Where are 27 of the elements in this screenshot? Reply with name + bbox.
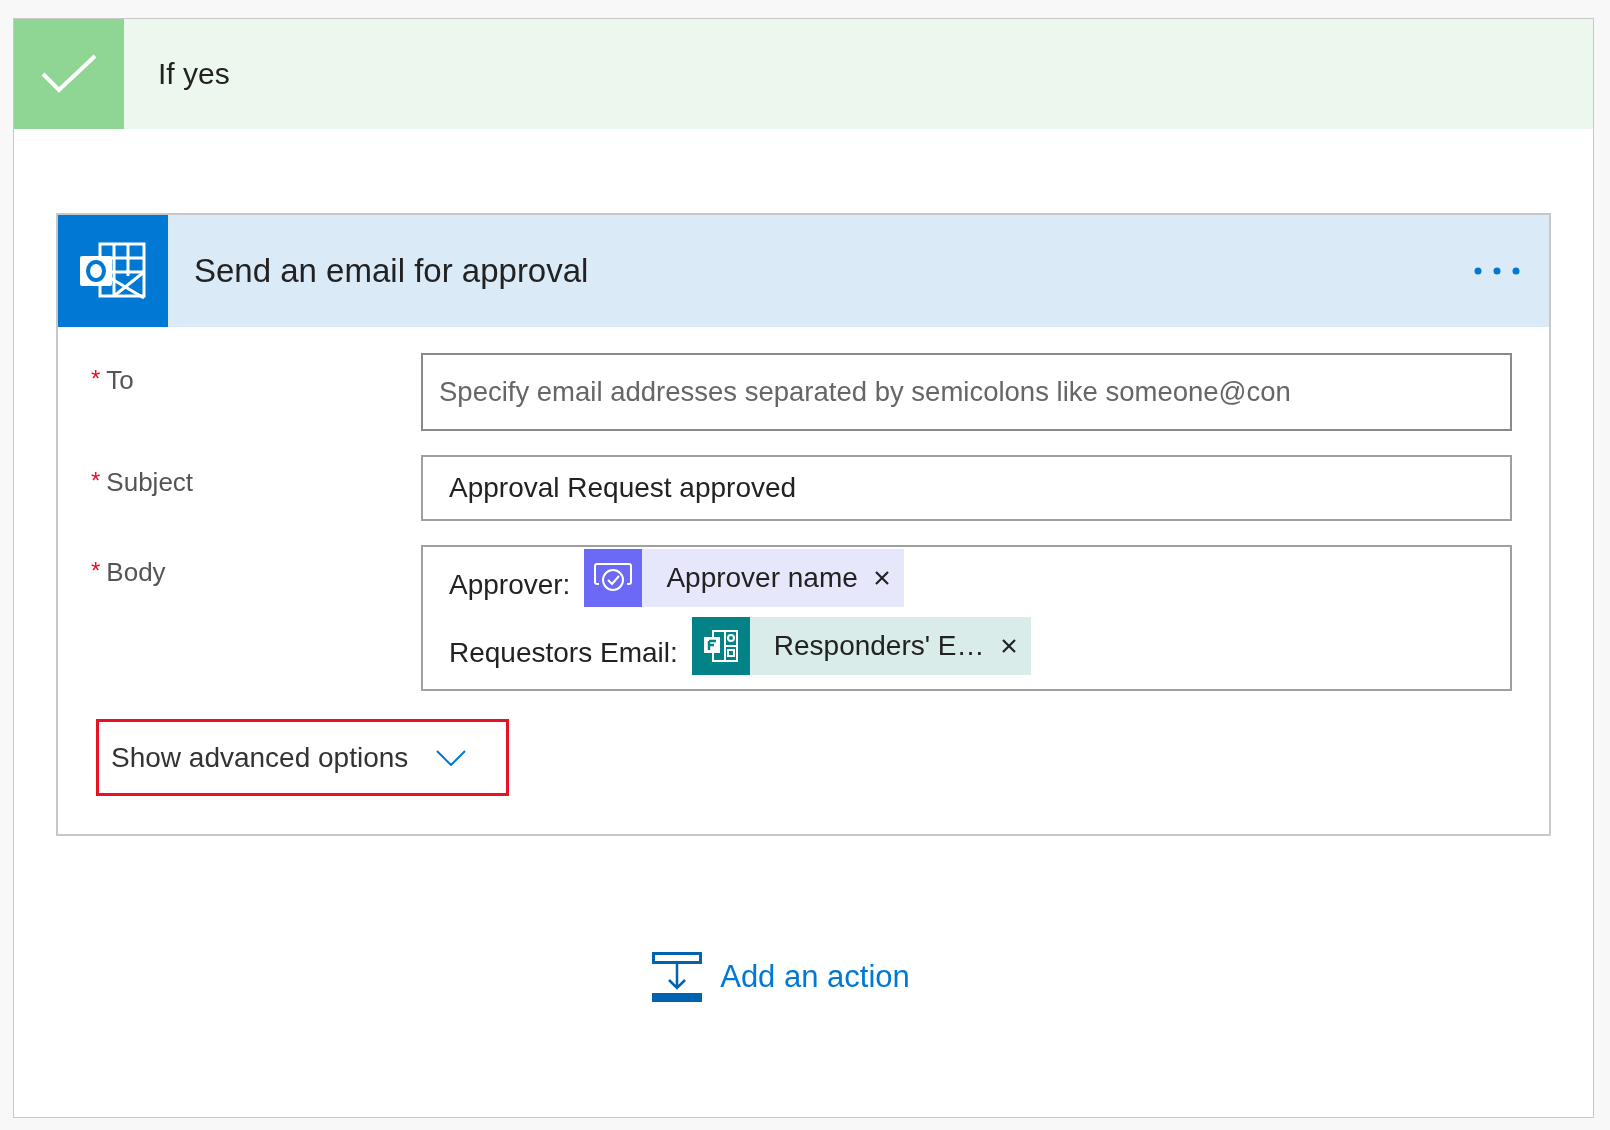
required-marker: * [91, 557, 101, 586]
mail-calendar-icon [80, 242, 146, 300]
checkmark-icon [41, 54, 97, 94]
body-field[interactable]: Approver: Approver name Requestors Email: Responders' E… [421, 545, 1512, 691]
required-marker: * [91, 467, 101, 496]
more-options-icon[interactable] [1473, 266, 1521, 276]
field-label: To [106, 365, 134, 396]
to-field[interactable]: Specify email addresses separated by semicolons like someone@con [421, 353, 1512, 431]
close-icon[interactable] [1000, 638, 1017, 654]
body-text: Approver: [449, 569, 571, 602]
add-action-button[interactable]: Add an action [652, 951, 910, 1002]
body-text: Requestors Email: [449, 637, 678, 670]
branch-title: If yes [158, 57, 230, 91]
required-marker: * [91, 365, 101, 394]
field-label: Body [106, 557, 166, 588]
approval-icon [593, 562, 634, 594]
show-advanced-options-button[interactable]: Show advanced options [96, 719, 510, 796]
chevron-down-icon [436, 749, 467, 766]
insert-step-icon [652, 951, 703, 1002]
field-label: Subject [106, 467, 194, 498]
forms-icon [702, 630, 739, 662]
action-header[interactable]: Send an email for approval [58, 215, 1549, 327]
close-icon[interactable] [873, 570, 890, 586]
dynamic-content-token[interactable]: Responders' E… [691, 617, 1031, 675]
action-title: Send an email for approval [194, 252, 590, 290]
dynamic-content-token[interactable]: Approver name [584, 549, 904, 607]
subject-field[interactable]: Approval Request approved [421, 455, 1512, 521]
